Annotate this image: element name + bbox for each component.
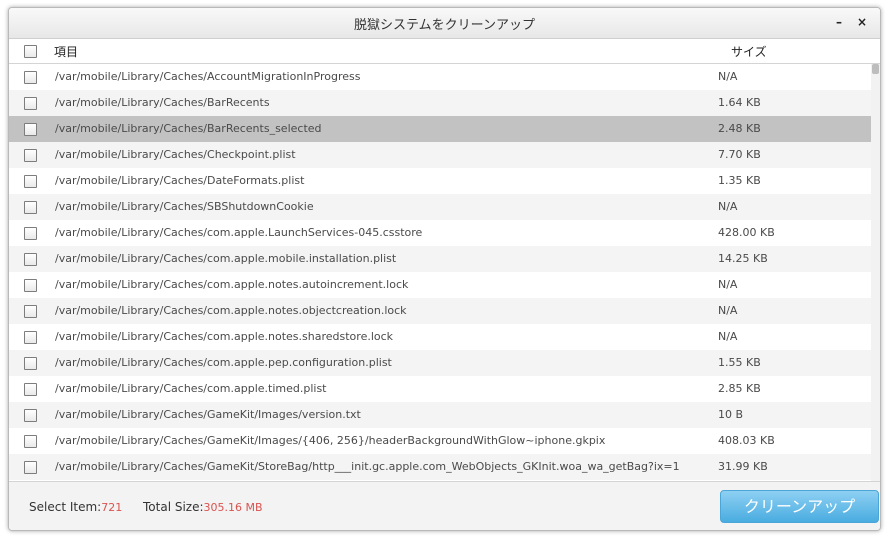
table-row[interactable]: /var/mobile/Library/Caches/SBShutdownCoo…: [9, 194, 871, 220]
row-checkbox[interactable]: [24, 71, 37, 84]
row-path: /var/mobile/Library/Caches/DateFormats.p…: [55, 174, 305, 187]
file-list[interactable]: /var/mobile/Library/Caches/AccountMigrat…: [9, 64, 871, 481]
row-size: 1.35 KB: [718, 174, 761, 187]
row-size: 7.70 KB: [718, 148, 761, 161]
row-size: N/A: [718, 304, 738, 317]
table-row[interactable]: /var/mobile/Library/Caches/com.apple.not…: [9, 272, 871, 298]
row-path: /var/mobile/Library/Caches/SBShutdownCoo…: [55, 200, 314, 213]
row-checkbox[interactable]: [24, 253, 37, 266]
row-path: /var/mobile/Library/Caches/com.apple.mob…: [55, 252, 397, 265]
row-checkbox[interactable]: [24, 305, 37, 318]
row-size: 10 B: [718, 408, 744, 421]
row-path: /var/mobile/Library/Caches/com.apple.pep…: [55, 356, 392, 369]
row-checkbox[interactable]: [24, 409, 37, 422]
row-path: /var/mobile/Library/Caches/com.apple.not…: [55, 330, 394, 343]
select-item-count: 721: [101, 501, 123, 514]
row-size: N/A: [718, 278, 738, 291]
scrollbar[interactable]: [871, 64, 880, 481]
table-row[interactable]: /var/mobile/Library/Caches/DateFormats.p…: [9, 168, 871, 194]
row-path: /var/mobile/Library/Caches/BarRecents_se…: [55, 122, 322, 135]
row-checkbox[interactable]: [24, 357, 37, 370]
table-row[interactable]: /var/mobile/Library/Caches/com.apple.not…: [9, 324, 871, 350]
title-bar[interactable]: 脱獄システムをクリーンアップ – ×: [9, 8, 880, 39]
row-size: 2.48 KB: [718, 122, 761, 135]
table-row[interactable]: /var/mobile/Library/Caches/GameKit/Image…: [9, 402, 871, 428]
column-header-item[interactable]: 項目: [54, 43, 78, 60]
row-checkbox[interactable]: [24, 123, 37, 136]
row-path: /var/mobile/Library/Caches/AccountMigrat…: [55, 70, 361, 83]
row-checkbox[interactable]: [24, 461, 37, 474]
table-row[interactable]: /var/mobile/Library/Caches/com.apple.not…: [9, 298, 871, 324]
row-path: /var/mobile/Library/Caches/GameKit/Image…: [55, 408, 361, 421]
cleanup-button[interactable]: クリーンアップ: [720, 490, 879, 523]
row-checkbox[interactable]: [24, 435, 37, 448]
row-checkbox[interactable]: [24, 97, 37, 110]
total-size-summary: Total Size:305.16 MB: [143, 500, 263, 514]
row-size: 2.85 KB: [718, 382, 761, 395]
row-checkbox[interactable]: [24, 149, 37, 162]
table-row[interactable]: /var/mobile/Library/Caches/BarRecents 1.6…: [9, 90, 871, 116]
row-size: 31.99 KB: [718, 460, 768, 473]
select-item-summary: Select Item:721: [29, 500, 122, 514]
row-size: N/A: [718, 200, 738, 213]
window-title: 脱獄システムをクリーンアップ: [354, 18, 535, 33]
row-path: /var/mobile/Library/Caches/GameKit/Store…: [55, 460, 680, 473]
select-all-checkbox[interactable]: [24, 45, 37, 58]
row-size: 428.00 KB: [718, 226, 775, 239]
table-row[interactable]: /var/mobile/Library/Caches/com.apple.mob…: [9, 246, 871, 272]
row-path: /var/mobile/Library/Caches/Checkpoint.pl…: [55, 148, 296, 161]
scrollbar-thumb[interactable]: [872, 64, 879, 74]
row-path: /var/mobile/Library/Caches/BarRecents: [55, 96, 270, 109]
table-row[interactable]: /var/mobile/Library/Caches/Checkpoint.pl…: [9, 142, 871, 168]
row-checkbox[interactable]: [24, 331, 37, 344]
row-size: N/A: [718, 70, 738, 83]
row-size: 408.03 KB: [718, 434, 775, 447]
footer-bar: Select Item:721 Total Size:305.16 MB クリー…: [9, 481, 880, 530]
row-size: 1.55 KB: [718, 356, 761, 369]
list-header: 項目 サイズ: [9, 39, 880, 64]
row-size: 1.64 KB: [718, 96, 761, 109]
row-path: /var/mobile/Library/Caches/GameKit/Image…: [55, 434, 606, 447]
table-row[interactable]: /var/mobile/Library/Caches/GameKit/Store…: [9, 454, 871, 480]
select-item-label: Select Item:: [29, 500, 102, 514]
row-size: 14.25 KB: [718, 252, 768, 265]
row-path: /var/mobile/Library/Caches/com.apple.not…: [55, 304, 407, 317]
row-path: /var/mobile/Library/Caches/com.apple.not…: [55, 278, 409, 291]
cleanup-window: 脱獄システムをクリーンアップ – × 項目 サイズ /var/mobile/Li…: [8, 7, 881, 531]
minimize-icon[interactable]: –: [831, 14, 847, 30]
row-size: N/A: [718, 330, 738, 343]
table-row[interactable]: /var/mobile/Library/Caches/com.apple.tim…: [9, 376, 871, 402]
table-row[interactable]: /var/mobile/Library/Caches/AccountMigrat…: [9, 64, 871, 90]
total-size-value: 305.16 MB: [203, 501, 263, 514]
row-checkbox[interactable]: [24, 227, 37, 240]
row-path: /var/mobile/Library/Caches/com.apple.Lau…: [55, 226, 423, 239]
table-row[interactable]: /var/mobile/Library/Caches/BarRecents_se…: [9, 116, 871, 142]
close-icon[interactable]: ×: [854, 14, 870, 30]
row-checkbox[interactable]: [24, 175, 37, 188]
table-row[interactable]: /var/mobile/Library/Caches/GameKit/Image…: [9, 428, 871, 454]
row-checkbox[interactable]: [24, 383, 37, 396]
row-checkbox[interactable]: [24, 279, 37, 292]
table-row[interactable]: /var/mobile/Library/Caches/com.apple.Lau…: [9, 220, 871, 246]
row-checkbox[interactable]: [24, 201, 37, 214]
table-row[interactable]: /var/mobile/Library/Caches/com.apple.pep…: [9, 350, 871, 376]
row-path: /var/mobile/Library/Caches/com.apple.tim…: [55, 382, 327, 395]
total-size-label: Total Size:: [143, 500, 204, 514]
column-header-size[interactable]: サイズ: [731, 43, 767, 60]
